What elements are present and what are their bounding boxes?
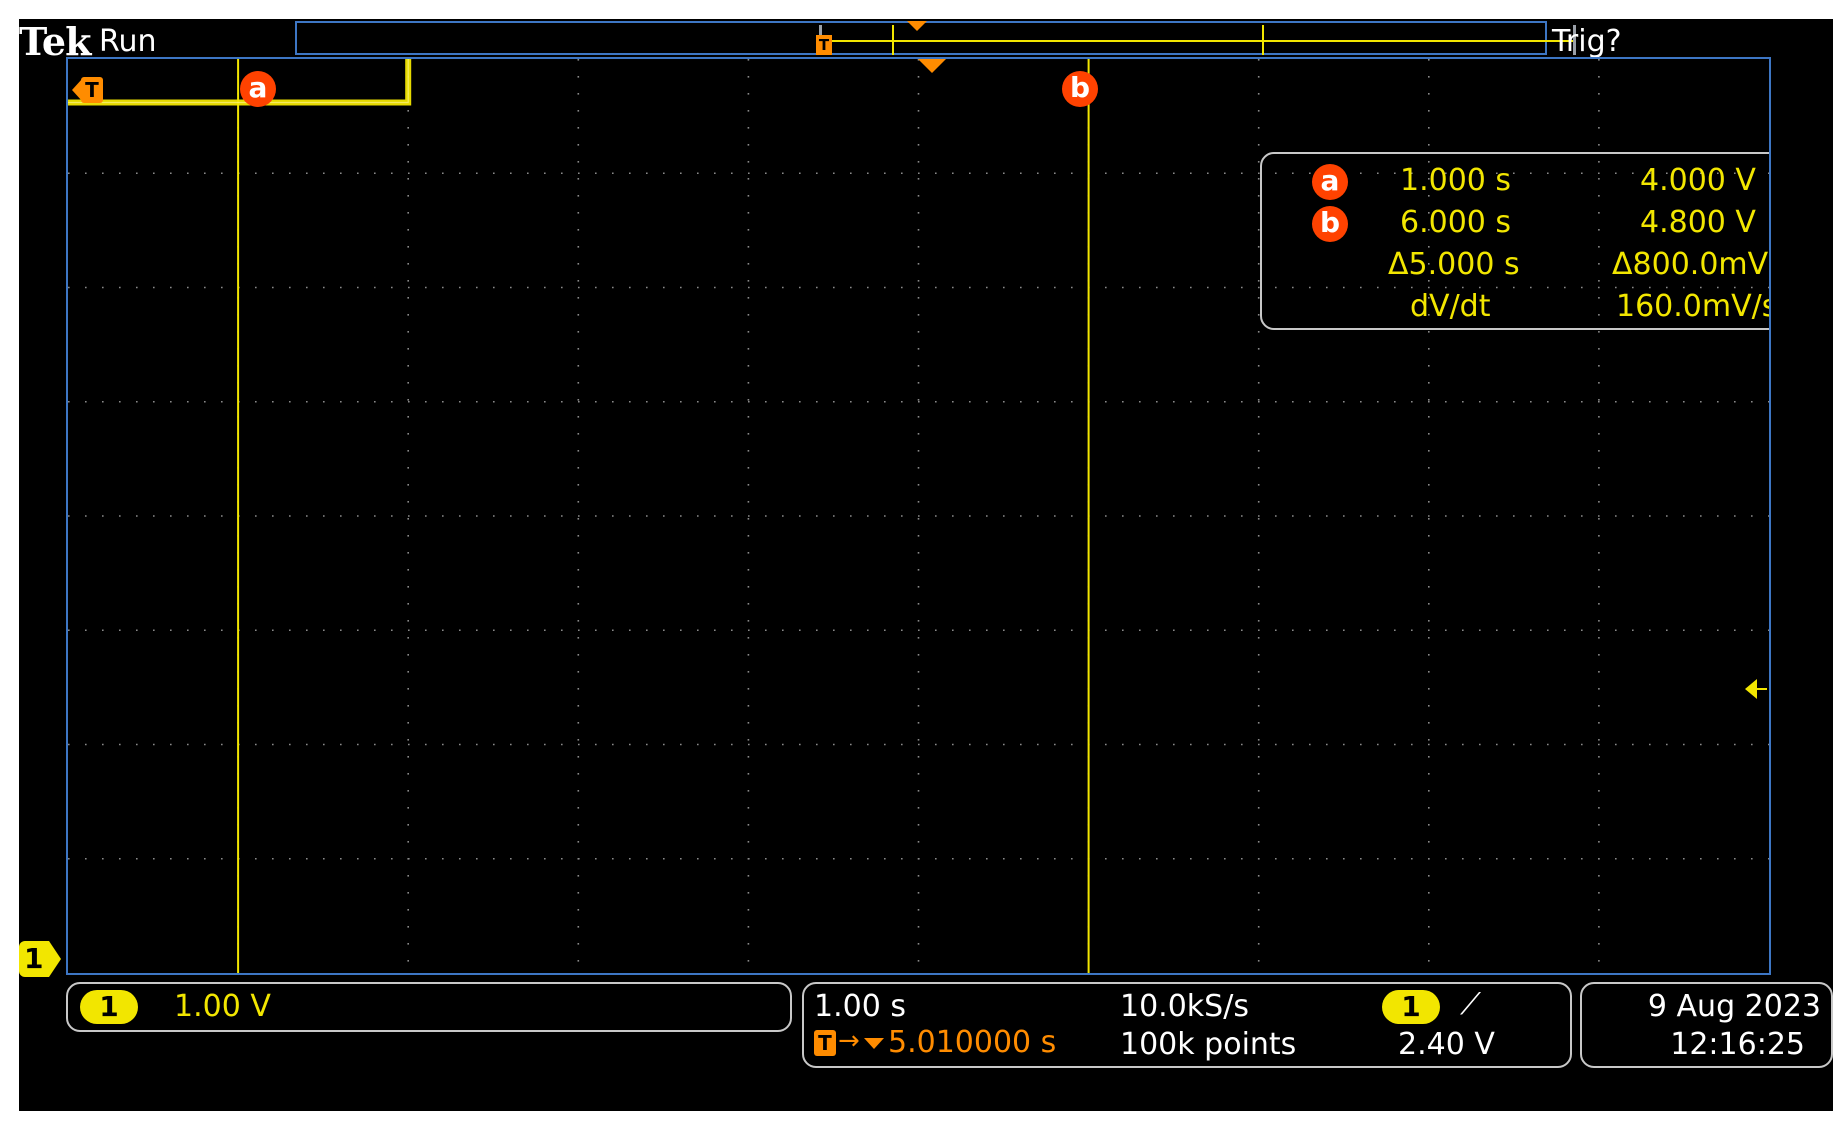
trigger-position-readout: T → 5.010000 s <box>814 1028 1074 1060</box>
record-trigger-marker: T <box>816 35 832 55</box>
cursor-rate-value: 160.0mV/s <box>1616 289 1771 324</box>
record-cursor-b-line <box>1262 25 1264 55</box>
readout-a-badge: a <box>1312 164 1348 200</box>
trigger-status: Trig? <box>1552 24 1622 59</box>
arrow-right-icon: → <box>838 1026 860 1056</box>
datetime-panel: 9 Aug 2023 12:16:25 <box>1580 982 1833 1068</box>
record-cursor-a-line <box>892 25 894 55</box>
channel-1-badge: 1 <box>80 990 138 1024</box>
oscilloscope-screen: Tek Run T Trig? a b T a 1.000 s 4.000 V <box>19 19 1833 1111</box>
date-display: 9 Aug 2023 <box>1647 989 1821 1024</box>
channel-1-ground-label: 1 <box>24 942 44 975</box>
timebase-panel[interactable]: 1.00 s T → 5.010000 s 10.0kS/s 100k poin… <box>802 982 1572 1068</box>
record-view-bar[interactable]: T <box>295 21 1576 55</box>
trigger-t-icon: T <box>814 1030 836 1056</box>
record-window[interactable]: T <box>816 25 1576 55</box>
readout-b-badge: b <box>1312 206 1348 242</box>
cursor-b-badge[interactable]: b <box>1062 71 1098 107</box>
trigger-position-marker[interactable]: T <box>72 75 106 105</box>
cursor-readout: a 1.000 s 4.000 V b 6.000 s 4.800 V Δ5.0… <box>1260 152 1771 330</box>
record-trace <box>822 40 1573 42</box>
channel-1-panel[interactable]: 1 1.00 V <box>66 982 792 1032</box>
cursor-b-time: 6.000 s <box>1400 205 1512 240</box>
expansion-point-icon <box>918 59 946 73</box>
trigger-t-label: T <box>81 77 103 103</box>
time-display: 12:16:25 <box>1670 1027 1805 1062</box>
cursor-a-voltage: 4.000 V <box>1640 163 1756 198</box>
expansion-icon <box>864 1038 884 1049</box>
cursor-a-badge[interactable]: a <box>240 71 276 107</box>
cursor-rate-label: dV/dt <box>1410 289 1491 324</box>
brand-logo: Tek <box>19 19 91 64</box>
record-length: 100k points <box>1120 1027 1297 1062</box>
trigger-source-badge: 1 <box>1382 990 1440 1024</box>
run-status: Run <box>99 24 157 59</box>
cursor-delta-voltage: Δ800.0mV <box>1612 247 1769 282</box>
cursor-delta-time: Δ5.000 s <box>1388 247 1520 282</box>
sample-rate: 10.0kS/s <box>1120 989 1249 1024</box>
waveform-graticule[interactable]: a b T a 1.000 s 4.000 V b 6.000 s 4.800 … <box>66 57 1771 975</box>
trigger-position: 5.010000 s <box>888 1025 1057 1060</box>
cursor-a-time: 1.000 s <box>1400 163 1512 198</box>
trigger-level: 2.40 V <box>1398 1027 1495 1062</box>
trigger-level-marker[interactable] <box>1745 677 1767 701</box>
trigger-slope-icon: ⟋ <box>1460 987 1481 1022</box>
channel-1-scale: 1.00 V <box>174 989 271 1024</box>
cursor-b-voltage: 4.800 V <box>1640 205 1756 240</box>
channel-1-ground-marker[interactable]: 1 <box>19 941 63 977</box>
time-per-div: 1.00 s <box>814 989 906 1024</box>
record-expansion-marker <box>907 21 927 31</box>
